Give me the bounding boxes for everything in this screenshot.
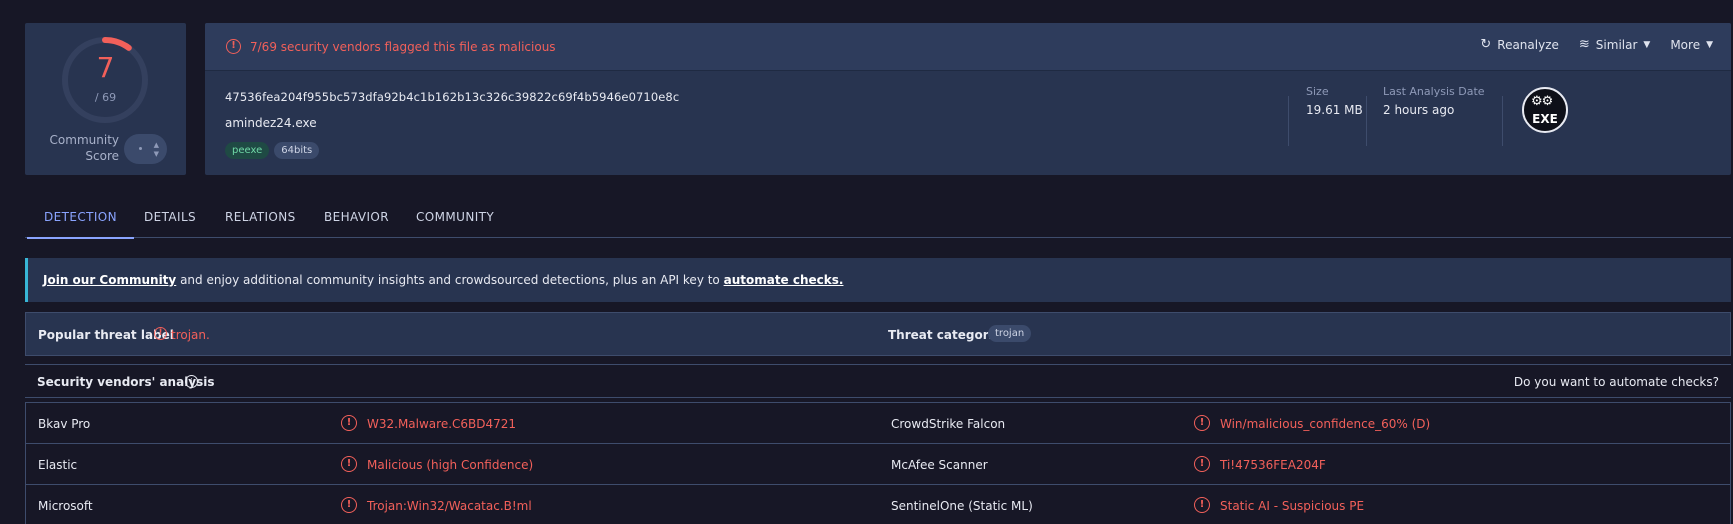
alert-icon: ! <box>154 327 167 340</box>
tab-relations[interactable]: RELATIONS <box>225 196 296 238</box>
community-banner: Join our Community and enjoy additional … <box>25 258 1731 302</box>
gear-icon: ⚙⚙ <box>1531 94 1553 109</box>
vendor-result: Trojan:Win32/Wacatac.B!ml <box>367 499 532 513</box>
chevron-down-icon: ▼ <box>1706 39 1713 50</box>
vendor-result: Ti!47536FEA204F <box>1220 458 1326 472</box>
join-community-link[interactable]: Join our Community <box>43 273 176 287</box>
tab-behavior[interactable]: BEHAVIOR <box>324 196 389 238</box>
vendor-name: CrowdStrike Falcon <box>891 417 1006 431</box>
detection-total: / 69 <box>94 91 117 104</box>
file-tag[interactable]: peexe <box>225 142 270 159</box>
tab-details[interactable]: DETAILS <box>144 196 196 238</box>
alert-icon: ! <box>1194 497 1210 513</box>
file-tags: peexe 64bits <box>225 142 320 159</box>
divider <box>1288 96 1289 146</box>
similar-button[interactable]: ≋ Similar ▼ <box>1579 37 1650 52</box>
tab-community[interactable]: COMMUNITY <box>416 196 494 238</box>
more-button[interactable]: More ▼ <box>1670 38 1713 52</box>
vendor-result: Malicious (high Confidence) <box>367 458 534 472</box>
info-icon[interactable]: i <box>185 375 198 388</box>
table-row: Elastic ! Malicious (high Confidence) Mc… <box>26 444 1730 485</box>
file-hash[interactable]: 47536fea204f955bc573dfa92b4c1b162b13c326… <box>225 90 679 104</box>
similar-icon: ≋ <box>1578 37 1590 52</box>
community-score-card: 7 / 69 Community Score ▲ ▼ <box>25 23 186 175</box>
divider <box>1502 96 1503 146</box>
community-vote-control[interactable]: ▲ ▼ <box>124 134 167 164</box>
threat-category-tag[interactable]: trojan <box>988 325 1032 342</box>
alert-icon: ! <box>1194 415 1210 431</box>
vendor-name: Microsoft <box>38 499 93 513</box>
detection-count: 7 <box>96 51 115 84</box>
detection-alert-text: 7/69 security vendors flagged this file … <box>250 40 556 54</box>
file-info-card: ! 7/69 security vendors flagged this fil… <box>205 23 1731 175</box>
divider <box>1366 96 1367 146</box>
popular-threat-value[interactable]: trojan. <box>171 328 210 342</box>
size-label: Size <box>1306 85 1329 98</box>
vote-down-icon[interactable]: ▼ <box>154 151 159 158</box>
vendor-name: Elastic <box>38 458 78 472</box>
table-row: Microsoft ! Trojan:Win32/Wacatac.B!ml Se… <box>26 485 1730 524</box>
chevron-down-icon: ▼ <box>1643 39 1651 50</box>
threat-summary: Popular threat label ! trojan. Threat ca… <box>25 312 1731 356</box>
vote-up-icon[interactable]: ▲ <box>154 142 159 149</box>
file-type-icon: ⚙⚙ EXE <box>1522 87 1568 133</box>
alert-icon: ! <box>341 415 357 431</box>
banner-text: and enjoy additional community insights … <box>176 273 724 287</box>
vendor-name: SentinelOne (Static ML) <box>891 499 1033 513</box>
vendor-name: Bkav Pro <box>38 417 91 431</box>
alert-icon: ! <box>226 39 241 54</box>
detection-alert-bar: ! 7/69 security vendors flagged this fil… <box>205 23 1731 71</box>
report-tabs: DETECTION DETAILS RELATIONS BEHAVIOR COM… <box>25 196 1731 239</box>
last-analysis-value: 2 hours ago <box>1383 103 1455 117</box>
vote-dot-icon <box>139 147 142 150</box>
alert-icon: ! <box>1194 456 1210 472</box>
alert-icon: ! <box>341 456 357 472</box>
tab-detection[interactable]: DETECTION <box>26 196 135 239</box>
file-name: amindez24.exe <box>225 116 317 130</box>
size-value: 19.61 MB <box>1306 103 1363 117</box>
automate-checks-prompt[interactable]: Do you want to automate checks? <box>1514 375 1719 389</box>
table-row: Bkav Pro ! W32.Malware.C6BD4721 CrowdStr… <box>26 403 1730 444</box>
vendor-name: McAfee Scanner <box>891 458 988 472</box>
reanalyze-button[interactable]: ↻ Reanalyze <box>1480 37 1559 52</box>
file-actions: ↻ Reanalyze ≋ Similar ▼ More ▼ <box>1480 37 1713 52</box>
last-analysis-label: Last Analysis Date <box>1383 85 1485 98</box>
alert-icon: ! <box>341 497 357 513</box>
file-tag[interactable]: 64bits <box>274 142 320 159</box>
refresh-icon: ↻ <box>1480 37 1492 52</box>
community-score-label: Community Score <box>49 133 119 163</box>
vendors-analysis-header: Security vendors' analysis i Do you want… <box>25 364 1731 398</box>
vendor-result: Static AI - Suspicious PE <box>1220 499 1365 513</box>
automate-checks-link[interactable]: automate checks. <box>724 273 844 287</box>
vendor-result: W32.Malware.C6BD4721 <box>367 417 517 431</box>
vendors-table: Bkav Pro ! W32.Malware.C6BD4721 CrowdStr… <box>25 402 1731 524</box>
vendor-result: Win/malicious_confidence_60% (D) <box>1220 417 1431 431</box>
